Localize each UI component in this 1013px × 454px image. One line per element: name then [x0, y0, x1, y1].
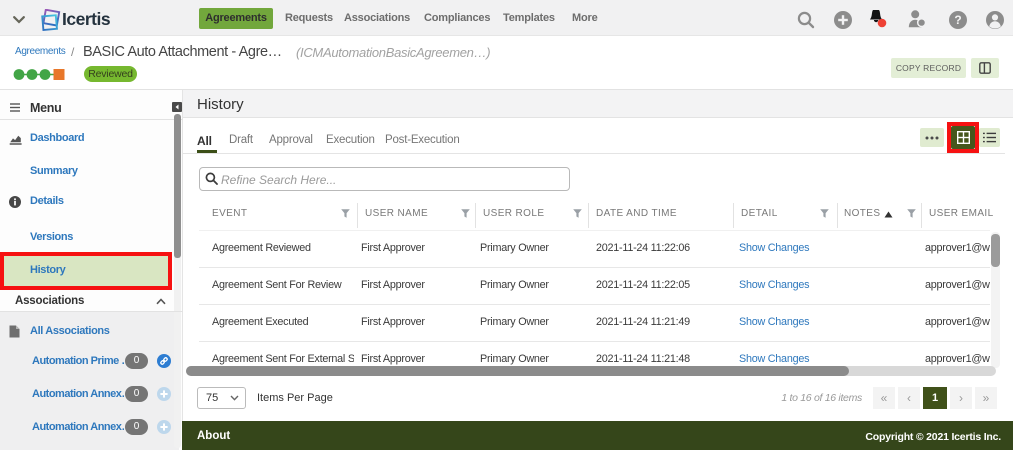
svg-text:?: ? [954, 13, 961, 27]
